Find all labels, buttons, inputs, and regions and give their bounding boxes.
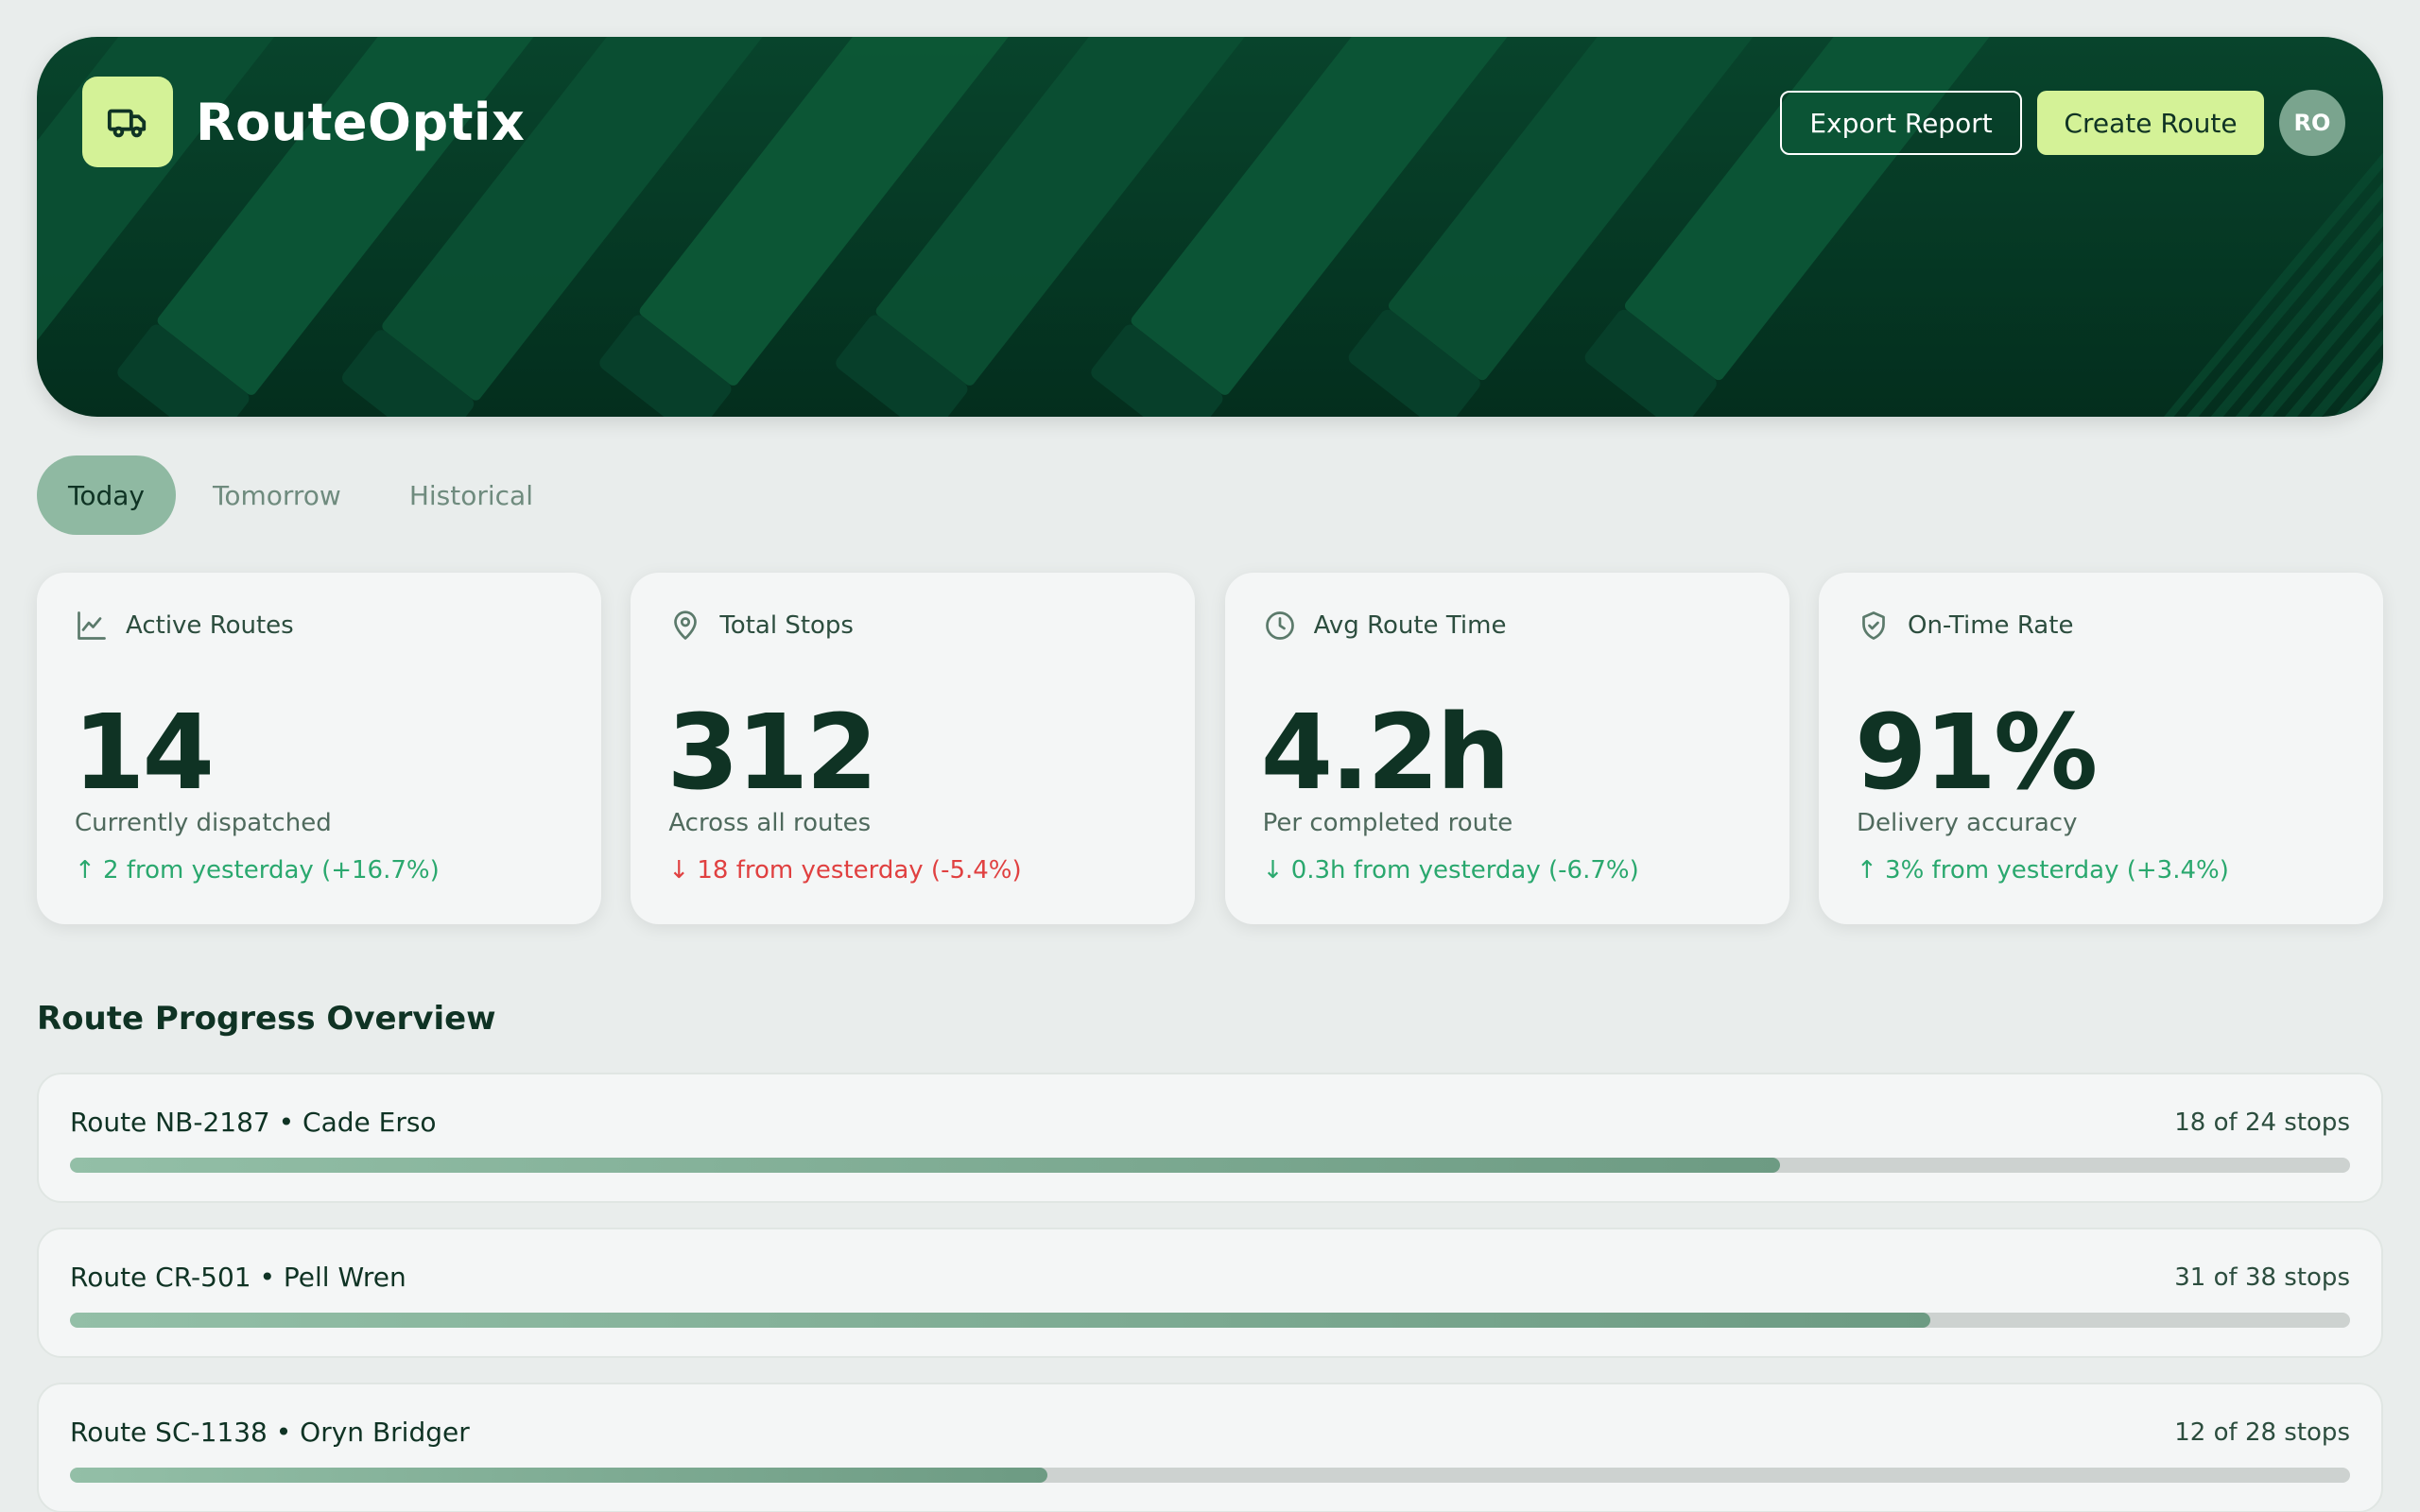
period-tabs: Today Tomorrow Historical [37,455,564,535]
create-route-button[interactable]: Create Route [2037,91,2264,155]
card-header: Avg Route Time [1263,609,1507,643]
stat-card-total-stops[interactable]: Total Stops 312 Across all routes ↓ 18 f… [631,573,1196,924]
card-header: Total Stops [668,609,854,643]
card-delta: ↓ 0.3h from yesterday (-6.7%) [1262,856,1639,885]
card-delta: ↑ 3% from yesterday (+3.4%) [1856,856,2229,885]
card-title: Active Routes [126,611,294,640]
progress-track [70,1158,2350,1173]
dashboard-page: RouteOptix Export Report Create Route RO… [0,0,2420,1512]
card-title: On-Time Rate [1907,611,2074,640]
card-subtitle: Currently dispatched [75,809,332,837]
stats-cards: Active Routes 14 Currently dispatched ↑ … [37,573,2383,924]
brand[interactable]: RouteOptix [82,77,525,167]
shield-check-icon [1862,611,1885,640]
card-value: 312 [666,692,878,813]
route-name: Route NB-2187 • Cade Erso [70,1107,437,1138]
card-subtitle: Across all routes [668,809,872,837]
tab-historical[interactable]: Historical [378,455,564,535]
card-title: Avg Route Time [1313,611,1507,640]
route-progress-item[interactable]: Route CR-501 • Pell Wren 31 of 38 stops [37,1228,2383,1358]
card-delta: ↑ 2 from yesterday (+16.7%) [75,856,440,885]
route-stops: 31 of 38 stops [2174,1263,2350,1292]
route-progress-item[interactable]: Route NB-2187 • Cade Erso 18 of 24 stops [37,1073,2383,1203]
app-name: RouteOptix [196,92,526,152]
card-subtitle: Delivery accuracy [1856,809,2078,837]
progress-fill [70,1158,1780,1173]
hero-banner: RouteOptix Export Report Create Route RO [37,37,2383,417]
stat-card-avg-route-time[interactable]: Avg Route Time 4.2h Per completed route … [1224,573,1789,924]
line-chart-icon [78,611,106,640]
card-header: On-Time Rate [1857,609,2073,643]
progress-track [70,1468,2350,1483]
card-title: Total Stops [719,611,854,640]
route-stops: 12 of 28 stops [2174,1418,2350,1447]
card-value: 4.2h [1260,692,1511,813]
tab-today[interactable]: Today [37,455,176,535]
avatar[interactable]: RO [2279,90,2345,156]
progress-fill [70,1468,1047,1483]
clock-icon [1265,611,1294,640]
map-pin-icon [674,610,698,640]
card-value: 14 [73,692,215,813]
truck-icon [82,77,173,167]
progress-fill [70,1313,1930,1328]
section-title: Route Progress Overview [37,1000,496,1038]
stat-card-active-routes[interactable]: Active Routes 14 Currently dispatched ↑ … [37,573,601,924]
stat-card-on-time-rate[interactable]: On-Time Rate 91% Delivery accuracy ↑ 3% … [1818,573,2383,924]
card-subtitle: Per completed route [1262,809,1513,837]
route-progress-item[interactable]: Route SC-1138 • Oryn Bridger 12 of 28 st… [37,1383,2383,1512]
card-value: 91% [1854,692,2098,813]
card-delta: ↓ 18 from yesterday (-5.4%) [668,856,1022,885]
route-progress-list: Route NB-2187 • Cade Erso 18 of 24 stops… [37,1073,2383,1512]
tab-tomorrow[interactable]: Tomorrow [182,455,372,535]
route-stops: 18 of 24 stops [2174,1108,2350,1137]
header-actions: Export Report Create Route RO [1780,90,2345,156]
card-header: Active Routes [75,609,294,643]
route-name: Route CR-501 • Pell Wren [70,1262,406,1293]
progress-track [70,1313,2350,1328]
export-report-button[interactable]: Export Report [1780,91,2022,155]
route-name: Route SC-1138 • Oryn Bridger [70,1417,470,1448]
